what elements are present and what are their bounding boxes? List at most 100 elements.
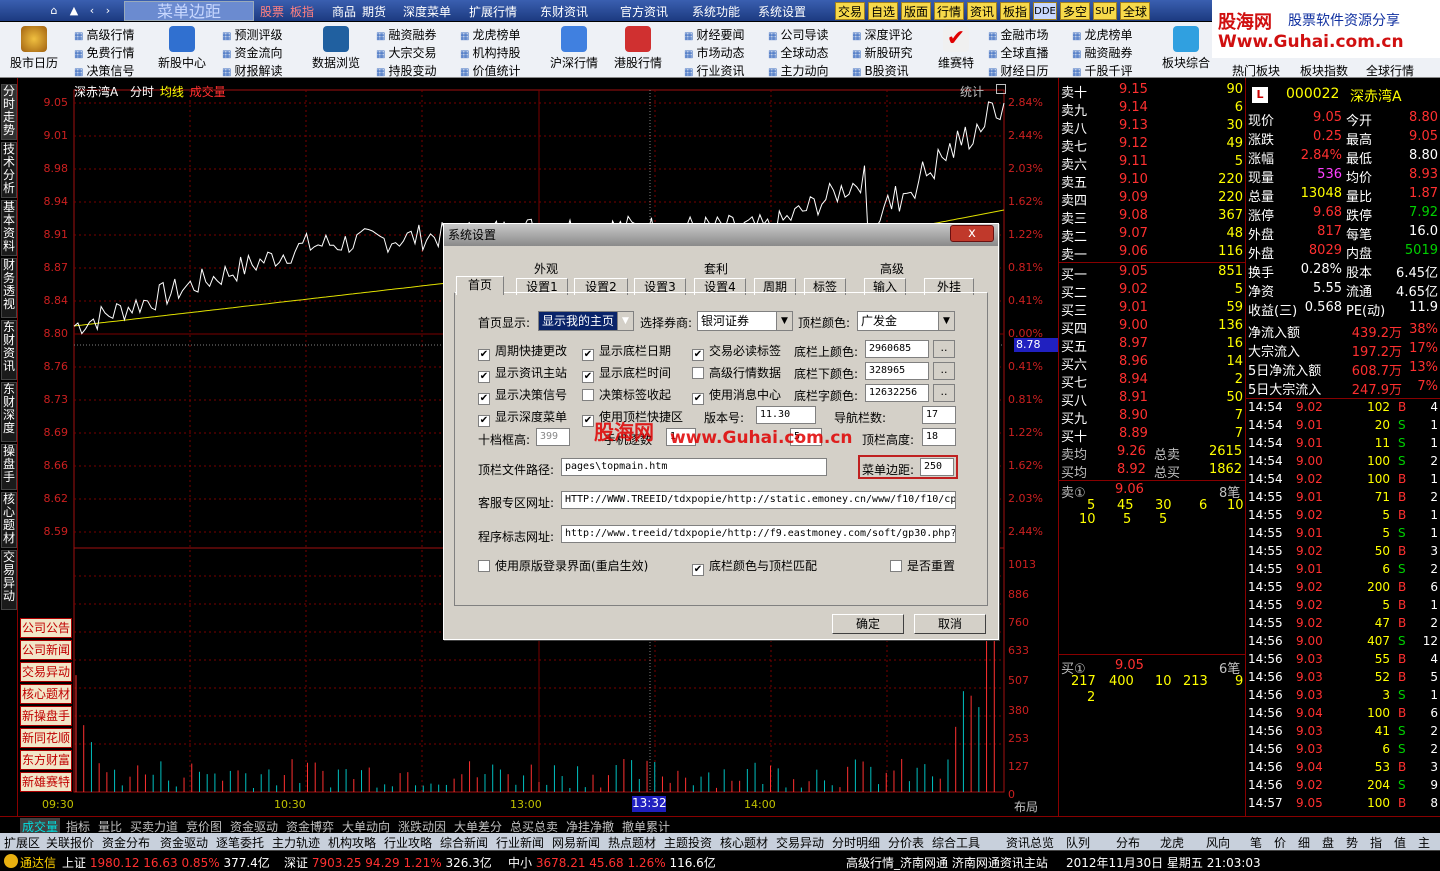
vtab-east-info[interactable]: 东财资讯 [1,320,17,380]
tb-dragon-list-2[interactable]: 龙虎榜单 [1072,26,1132,43]
ext-tab[interactable]: 风向 [1206,834,1230,851]
vtab-basic[interactable]: 基本资料 [1,200,17,256]
up-icon[interactable]: ▲ [66,3,82,19]
tb-value-stat[interactable]: 价值统计 [460,62,520,79]
tb-margin-2[interactable]: 融资融券 [1072,44,1132,61]
ext-tab[interactable]: 分价表 [888,834,924,851]
vtab-core[interactable]: 核心题材 [1,492,17,548]
cb-period-shortcut[interactable]: ✔ 周期快捷更改 [478,342,567,361]
path-input[interactable]: pages\topmain.htm [561,458,827,476]
quick-global[interactable]: 全球 [1120,2,1150,20]
ext-tab[interactable]: 分布 [1116,834,1140,851]
quick-quote[interactable]: 行情 [934,2,964,20]
bottom-down-color-input[interactable]: 328965 [865,362,929,380]
close-icon[interactable]: x [950,225,994,242]
vtab-intraday[interactable]: 分时走势 [1,84,17,140]
quick-board[interactable]: 板指 [1000,2,1030,20]
tb-deep-review[interactable]: 深度评论 [852,26,912,43]
cb-color-match[interactable]: ✔ 底栏颜色与顶栏匹配 [692,557,817,576]
ext-tab[interactable]: 逐笔委托 [216,834,264,851]
tb-finance-market[interactable]: 金融市场 [988,26,1048,43]
forward-icon[interactable]: › [100,3,116,19]
tb-sh-sz-quote[interactable]: 沪深行情 [544,24,604,76]
ext-tab[interactable]: 分时明细 [832,834,880,851]
vtab-technical[interactable]: 技术分析 [1,142,17,198]
tab-home[interactable]: 首页 [456,276,504,295]
chart-restore-icon[interactable] [996,84,1006,94]
side-company-notice[interactable]: 公司公告 [20,618,72,638]
prog-url-input[interactable]: http://www.treeid/tdxpopie/http://f9.eas… [561,525,956,543]
ext-tab[interactable]: 综合新闻 [440,834,488,851]
service-url-input[interactable]: HTTP://WWW.TREEID/tdxpopie/http://static… [561,491,956,509]
tb-hot-block[interactable]: 热门板块 [1232,62,1280,79]
home-icon[interactable]: ⌂ [46,3,62,19]
ext-tab[interactable]: 资讯总览 [1006,834,1054,851]
tb-holding-change[interactable]: 持股变动 [376,62,436,79]
cb-adv-data[interactable]: 高级行情数据 [692,364,781,381]
tb-review[interactable]: 千股千评 [1072,62,1132,79]
nav-count-input[interactable]: 17 [922,406,956,424]
tb-inst-holding[interactable]: 机构持股 [460,44,520,61]
cb-deep-menu[interactable]: ✔ 显示深度菜单 [478,408,567,427]
menu-margin-input[interactable]: 250 [920,458,954,476]
ext-tab[interactable]: 网易新闻 [552,834,600,851]
menu-commodity[interactable]: 商品 [332,3,356,20]
ext-tab[interactable]: 行业攻略 [384,834,432,851]
ext-tab[interactable]: 核心题材 [720,834,768,851]
menu-board[interactable]: 板指 [290,3,314,20]
sz-index[interactable]: 深证 7903.25 94.29 1.21% 326.3亿 [284,854,492,871]
tb-block-index[interactable]: 板块指数 [1300,62,1348,79]
tb-stock-calendar[interactable]: 股市日历 [4,24,64,76]
tb-free-quote[interactable]: 免费行情 [74,44,134,61]
ext-tab[interactable]: 热点题材 [608,834,656,851]
broker-select[interactable]: 银河证券 ▼ [697,311,793,331]
tb-margin[interactable]: 融资融券 [376,26,436,43]
bottom-font-color-pick[interactable]: .. [933,384,955,402]
ok-button[interactable]: 确定 [832,614,904,634]
tb-ipo-center[interactable]: 新股中心 [152,24,212,76]
bottom-down-color-pick[interactable]: .. [933,362,955,380]
cb-msg-center[interactable]: ✔ 使用消息中心 [692,386,781,405]
ext-tab[interactable]: 龙虎 [1160,834,1184,851]
ext-tab[interactable]: 盘 [1322,834,1334,851]
ext-tab[interactable]: 笔 [1250,834,1262,851]
tb-signal[interactable]: 决策信号 [74,62,134,79]
tb-report[interactable]: 财报解读 [222,62,282,79]
cb-bottom-time[interactable]: ✔ 显示底栏时间 [582,364,671,383]
tb-ipo-research[interactable]: 新股研究 [852,44,912,61]
tb-block-trade[interactable]: 大宗交易 [376,44,436,61]
cb-decision-collapse[interactable]: 决策标签收起 [582,386,671,403]
ext-tab[interactable]: 主 [1418,834,1430,851]
tb-global-dyn[interactable]: 全球动态 [768,44,828,61]
menu-ext[interactable]: 扩展行情 [469,3,517,20]
vtab-finance[interactable]: 财务透视 [1,258,17,318]
tb-dragon-list[interactable]: 龙虎榜单 [460,26,520,43]
ten-box-input[interactable]: 399 [536,428,570,446]
version-input[interactable]: 11.30 [756,406,816,424]
quick-layout[interactable]: 版面 [901,2,931,20]
side-eastmoney[interactable]: 东方财富 [20,750,72,770]
cb-trade-label[interactable]: ✔ 交易必读标签 [692,342,781,361]
topbar-color-select[interactable]: 广发金 ▼ [857,311,955,331]
tb-weisaite[interactable]: ✔ 维赛特 [926,24,986,76]
side-trader[interactable]: 新操盘手 [20,706,72,726]
bottom-font-color-input[interactable]: 12632256 [865,384,929,402]
menu-stock[interactable]: 股票 [260,3,284,20]
cb-decision-signal[interactable]: ✔ 显示决策信号 [478,386,567,405]
ext-tab[interactable]: 势 [1346,834,1358,851]
sme-index[interactable]: 中小 3678.21 45.68 1.26% 116.6亿 [508,854,716,871]
back-icon[interactable]: ‹ [84,3,100,19]
menu-east-info[interactable]: 东财资讯 [540,3,588,20]
cb-reset[interactable]: 是否重置 [890,557,955,574]
tb-fin-calendar[interactable]: 财经日历 [988,62,1048,79]
quick-sup[interactable]: SUP [1093,2,1117,20]
quick-dde[interactable]: DDE [1033,2,1057,20]
ext-tab[interactable]: 关联报价 [46,834,94,851]
tb-global-quote[interactable]: 全球行情 [1366,62,1414,79]
cb-original-login[interactable]: 使用原版登录界面(重启生效) [478,557,648,574]
vtab-east-deep[interactable]: 东财深度 [1,382,17,442]
menu-system-func[interactable]: 系统功能 [692,3,740,20]
server-info[interactable]: 高级行情_济南网通 济南网通资讯主站 [846,854,1048,871]
quick-longshort[interactable]: 多空 [1060,2,1090,20]
side-core[interactable]: 核心题材 [20,684,72,704]
